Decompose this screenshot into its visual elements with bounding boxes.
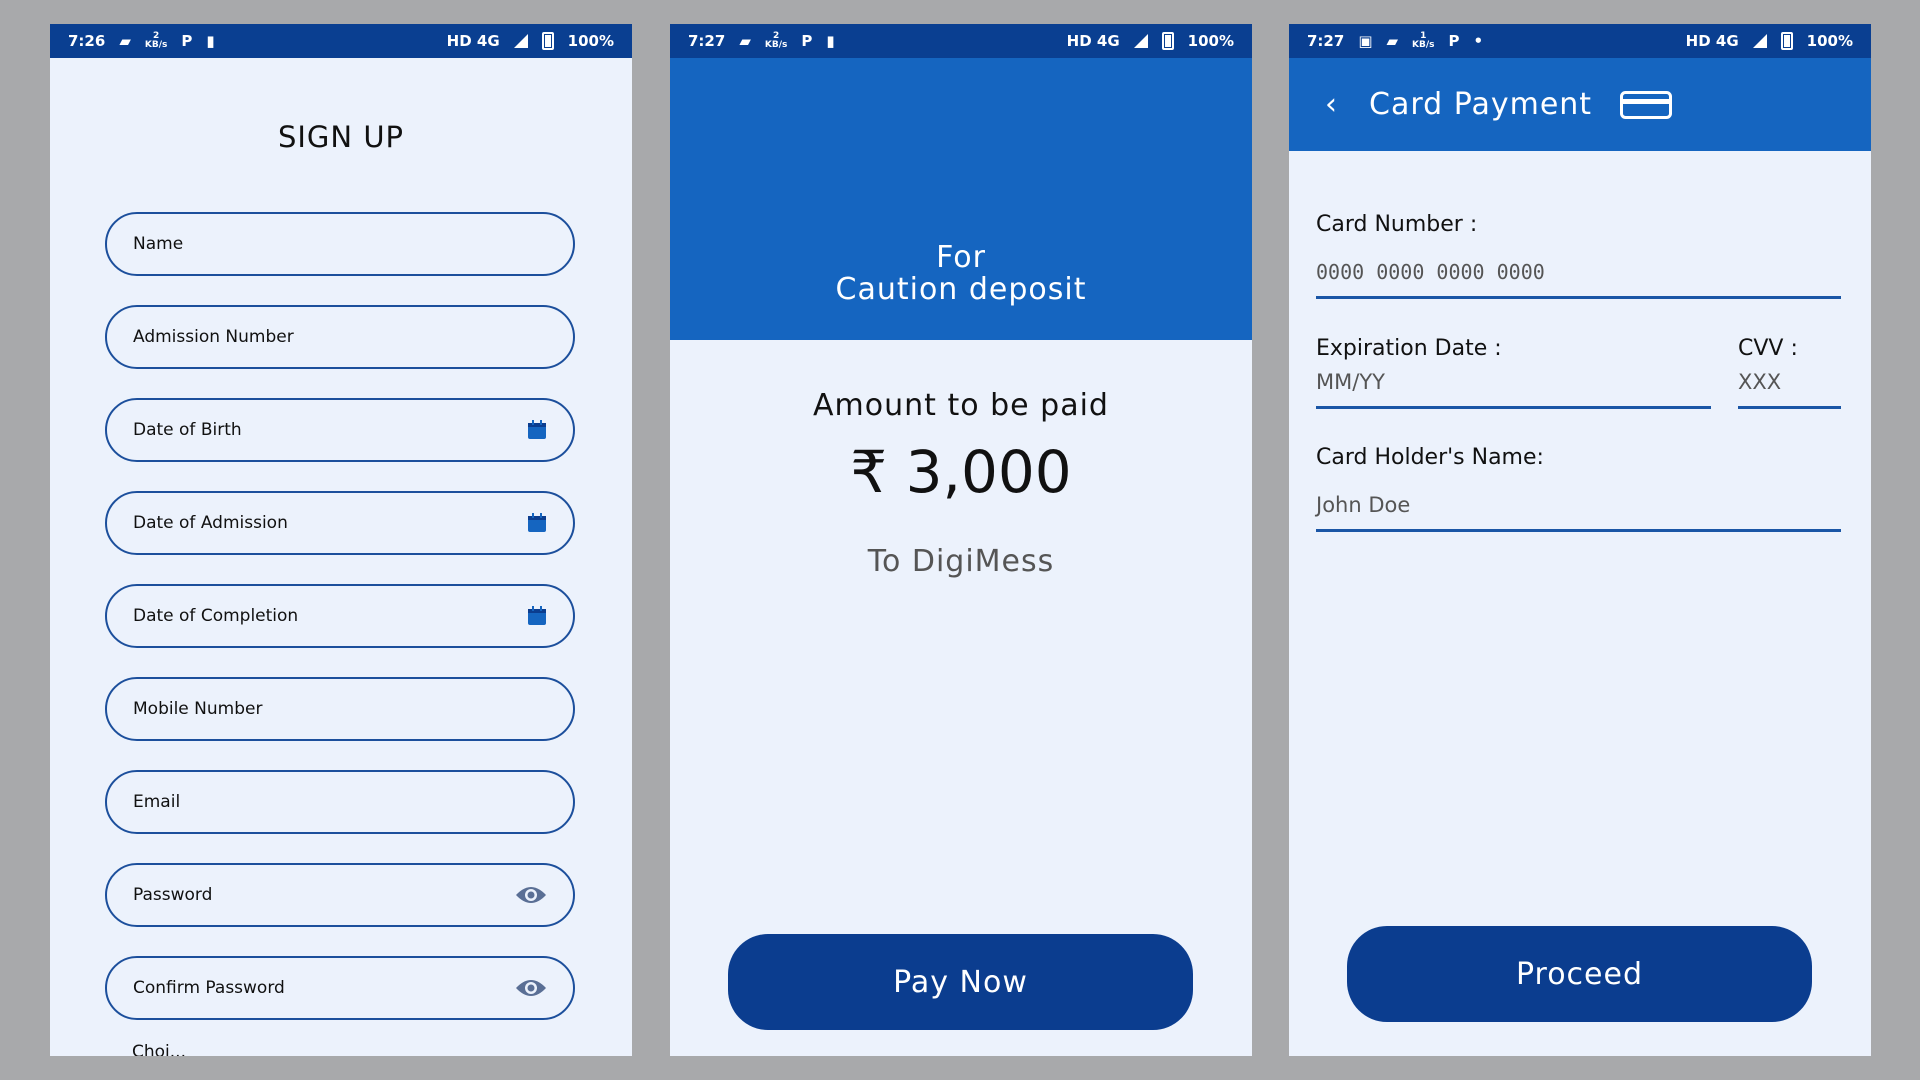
expiration-input[interactable]: MM/YY bbox=[1316, 370, 1385, 394]
card-payment-screen: 7:27 ▣ ▰ 1 KB/s P • HD 4G 100% ‹ Card Pay… bbox=[1289, 24, 1871, 1056]
speed-unit: KB/s bbox=[144, 40, 168, 50]
status-bar: 7:27 ▰ 2 KB/s P ▮ HD 4G 100% bbox=[670, 24, 1252, 58]
card-holder-underline bbox=[1316, 529, 1841, 532]
messenger-icon: ▰ bbox=[1386, 32, 1399, 50]
cvv-input[interactable]: XXX bbox=[1738, 370, 1781, 394]
eye-icon[interactable] bbox=[515, 885, 547, 905]
battery-icon bbox=[1161, 32, 1174, 50]
card-number-underline bbox=[1316, 296, 1841, 299]
confirm-password-field[interactable]: Confirm Password bbox=[105, 956, 575, 1020]
password-field[interactable]: Password bbox=[105, 863, 575, 927]
password-placeholder: Password bbox=[133, 885, 213, 905]
cut-off-label: Choi... bbox=[132, 1042, 186, 1056]
calendar-icon[interactable] bbox=[527, 513, 547, 533]
admission-number-field[interactable]: Admission Number bbox=[105, 305, 575, 369]
network-label: HD 4G bbox=[1066, 32, 1120, 50]
signal-icon bbox=[1133, 34, 1148, 48]
battery-icon bbox=[541, 32, 554, 50]
date-of-birth-field[interactable]: Date of Birth bbox=[105, 398, 575, 462]
page-title: SIGN UP bbox=[277, 120, 405, 154]
card-holder-input[interactable]: John Doe bbox=[1316, 493, 1410, 517]
name-field[interactable]: Name bbox=[105, 212, 575, 276]
pay-now-button[interactable]: Pay Now bbox=[728, 934, 1193, 1030]
proceed-button[interactable]: Proceed bbox=[1347, 926, 1812, 1022]
cvv-underline bbox=[1738, 406, 1841, 409]
status-time: 7:27 bbox=[1307, 32, 1345, 50]
image-icon: ▣ bbox=[1358, 32, 1373, 50]
battery-level: 100% bbox=[1806, 32, 1853, 50]
date-of-admission-field[interactable]: Date of Admission bbox=[105, 491, 575, 555]
date-of-completion-field[interactable]: Date of Completion bbox=[105, 584, 575, 648]
back-arrow-icon[interactable]: ‹ bbox=[1325, 87, 1337, 122]
date-of-birth-placeholder: Date of Birth bbox=[133, 420, 242, 440]
battery-level: 100% bbox=[1187, 32, 1234, 50]
battery-icon bbox=[1780, 32, 1793, 50]
card-number-label: Card Number : bbox=[1316, 212, 1478, 237]
parking-icon: P bbox=[801, 32, 813, 50]
admission-number-placeholder: Admission Number bbox=[133, 327, 294, 347]
purpose-line2: Caution deposit bbox=[835, 272, 1087, 307]
calendar-icon[interactable] bbox=[527, 420, 547, 440]
email-placeholder: Email bbox=[133, 792, 181, 812]
eye-icon[interactable] bbox=[515, 978, 547, 998]
signal-icon bbox=[513, 34, 528, 48]
notification-dot-icon: • bbox=[1473, 32, 1484, 50]
network-speed: 2 KB/s bbox=[145, 32, 167, 50]
credit-card-icon bbox=[1620, 90, 1673, 119]
date-of-completion-placeholder: Date of Completion bbox=[133, 606, 299, 626]
network-speed: 1 KB/s bbox=[1412, 32, 1434, 50]
speed-unit: KB/s bbox=[764, 40, 788, 50]
status-bar: 7:26 ▰ 2 KB/s P ▮ HD 4G 100% bbox=[50, 24, 632, 58]
expiration-label: Expiration Date : bbox=[1316, 336, 1502, 361]
messenger-icon: ▰ bbox=[739, 32, 751, 50]
sd-card-icon: ▮ bbox=[826, 32, 835, 50]
network-label: HD 4G bbox=[446, 32, 500, 50]
purpose-line1: For bbox=[936, 240, 986, 275]
payment-summary-screen: 7:27 ▰ 2 KB/s P ▮ HD 4G 100% For Caution … bbox=[670, 24, 1252, 1056]
card-holder-label: Card Holder's Name: bbox=[1316, 445, 1544, 470]
amount-value: ₹ 3,000 bbox=[850, 438, 1072, 506]
amount-label: Amount to be paid bbox=[813, 388, 1109, 423]
confirm-password-placeholder: Confirm Password bbox=[133, 978, 285, 998]
speed-unit: KB/s bbox=[1412, 40, 1435, 50]
calendar-icon[interactable] bbox=[527, 606, 547, 626]
payee-label: To DigiMess bbox=[867, 544, 1055, 579]
expiration-underline bbox=[1316, 406, 1711, 409]
email-field[interactable]: Email bbox=[105, 770, 575, 834]
card-number-input[interactable]: 0000 0000 0000 0000 bbox=[1316, 260, 1545, 284]
status-time: 7:26 bbox=[68, 32, 106, 50]
mobile-number-field[interactable]: Mobile Number bbox=[105, 677, 575, 741]
date-of-admission-placeholder: Date of Admission bbox=[133, 513, 288, 533]
status-time: 7:27 bbox=[688, 32, 726, 50]
page-title: Card Payment bbox=[1369, 87, 1593, 122]
status-bar: 7:27 ▣ ▰ 1 KB/s P • HD 4G 100% bbox=[1289, 24, 1871, 58]
payment-purpose: For Caution deposit bbox=[670, 242, 1252, 306]
battery-level: 100% bbox=[567, 32, 614, 50]
app-bar: ‹ Card Payment bbox=[1289, 58, 1871, 151]
network-speed: 2 KB/s bbox=[765, 32, 787, 50]
parking-icon: P bbox=[1448, 32, 1460, 50]
messenger-icon: ▰ bbox=[119, 32, 131, 50]
signal-icon bbox=[1752, 34, 1767, 48]
cvv-label: CVV : bbox=[1738, 336, 1798, 361]
network-label: HD 4G bbox=[1685, 32, 1739, 50]
name-placeholder: Name bbox=[133, 234, 184, 254]
signup-screen: 7:26 ▰ 2 KB/s P ▮ HD 4G 100% SIGN UP Name… bbox=[50, 24, 632, 1056]
parking-icon: P bbox=[181, 32, 193, 50]
mobile-number-placeholder: Mobile Number bbox=[133, 699, 263, 719]
sd-card-icon: ▮ bbox=[206, 32, 215, 50]
